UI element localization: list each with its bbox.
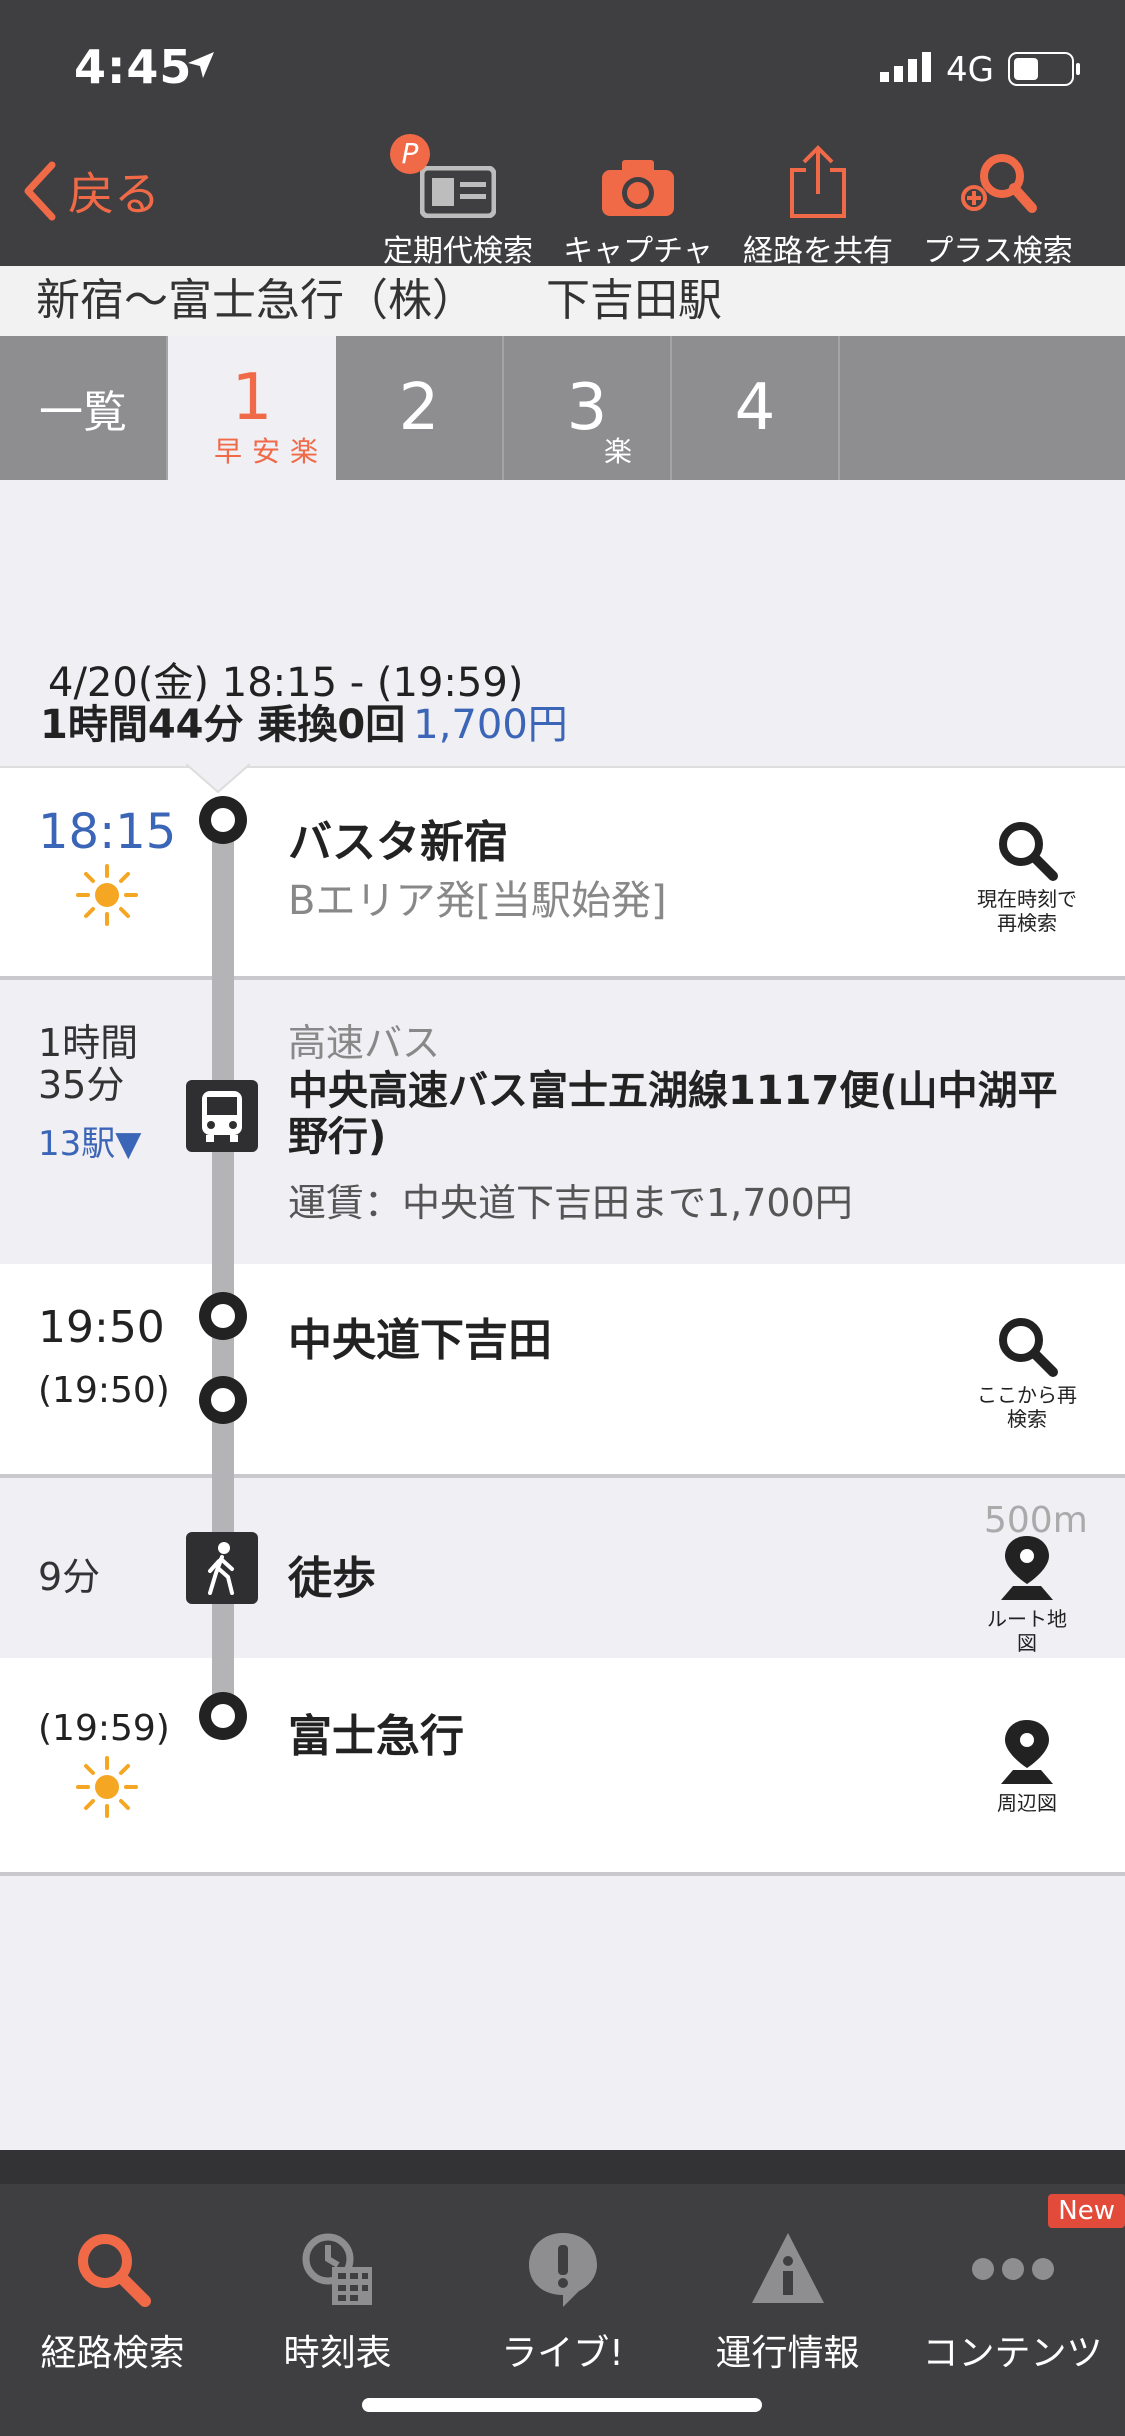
walk-mode-icon-box — [186, 1532, 258, 1604]
status-time: 4:45 — [74, 40, 193, 94]
tool-label: キャプチャ — [563, 234, 713, 269]
start-station[interactable]: バスタ新宿 — [288, 806, 508, 870]
end-station[interactable]: 富士急行 — [288, 1700, 464, 1764]
route-search-icon — [77, 2234, 151, 2307]
tab-badges: 早安楽 — [213, 435, 328, 468]
back-label: 戻る — [68, 167, 160, 221]
transfer-arrival-time: 19:50 — [38, 1302, 165, 1353]
tab-badges: 楽 — [603, 435, 646, 468]
new-badge: New — [1048, 2194, 1125, 2228]
station-node — [199, 1292, 247, 1340]
location-arrow-icon — [188, 52, 214, 78]
capture-button[interactable]: キャプチャ — [548, 148, 728, 270]
tool-label: プラス検索 — [923, 234, 1073, 269]
summary-stats: 1時間44分 乗換0回 1,700円 — [40, 692, 568, 750]
nav-contents[interactable]: New コンテンツ — [900, 2194, 1125, 2376]
action-label: ルート地図 — [987, 1607, 1067, 1655]
route-summary: 4/20(金) 18:15 - (19:59) 1時間44分 乗換0回 1,700… — [0, 480, 1125, 766]
area-map-button[interactable]: 周辺図 — [957, 1718, 1097, 1815]
start-time: 18:15 — [38, 804, 177, 860]
bus-mode-icon-box — [186, 1080, 258, 1152]
walk-duration: 9分 — [38, 1555, 101, 1599]
walk-mode: 徒歩 — [288, 1553, 376, 1604]
back-button[interactable]: 戻る — [22, 158, 160, 224]
nav-label: 運行情報 — [715, 2333, 860, 2374]
tab-list[interactable]: 一覧 — [0, 336, 168, 480]
nav-route-search[interactable]: 経路検索 — [0, 2224, 225, 2376]
summary-fare: 1,700円 — [413, 702, 568, 748]
research-from-here-button[interactable]: ここから再検索 — [957, 1314, 1097, 1431]
search-icon — [999, 1318, 1058, 1377]
network-type: 4G — [946, 50, 994, 90]
tab-route-2[interactable]: 2 — [336, 336, 504, 480]
points-badge: P — [390, 134, 430, 174]
tab-label: 4 — [734, 371, 776, 445]
search-icon — [999, 822, 1058, 881]
transfer-departure-time: (19:50) — [38, 1370, 170, 1411]
nav-label: 経路検索 — [40, 2333, 185, 2374]
tab-label: 一覧 — [39, 387, 127, 438]
start-note: Bエリア発[当駅始発] — [288, 878, 667, 924]
route-title-bar: 新宿～富士急行（株） 下吉田駅 — [0, 266, 1125, 336]
nav-label: ライブ! — [501, 2333, 624, 2374]
bus-duration-minutes: 35分 — [38, 1063, 125, 1107]
signal-icon — [880, 52, 931, 82]
nav-service-info[interactable]: 運行情報 — [675, 2224, 900, 2376]
nav-live[interactable]: ライブ! — [450, 2224, 675, 2376]
tab-label: 3 — [566, 371, 608, 445]
action-label: 現在時刻で再検索 — [977, 887, 1077, 935]
plus-search-button[interactable]: プラス検索 — [908, 148, 1088, 270]
share-route-button[interactable]: 経路を共有 — [728, 145, 908, 270]
action-label: ここから再検索 — [977, 1383, 1077, 1431]
research-now-button[interactable]: 現在時刻で再検索 — [957, 818, 1097, 935]
tab-label: 1 — [231, 361, 273, 435]
bus-fare: 運賃：中央道下吉田まで1,700円 — [288, 1181, 853, 1225]
more-icon — [971, 2258, 1054, 2280]
nav-label: コンテンツ — [922, 2333, 1103, 2374]
sun-icon — [76, 1756, 138, 1818]
route-map-button[interactable]: ルート地図 — [957, 1534, 1097, 1655]
transfer-station[interactable]: 中央道下吉田 — [288, 1304, 552, 1368]
station-node — [199, 1692, 247, 1740]
sun-icon — [76, 864, 138, 926]
bus-line-name[interactable]: 中央高速バス富士五湖線1117便(山中湖平野行) — [288, 1068, 1088, 1160]
service-info-icon — [751, 2233, 824, 2303]
summary-duration: 1時間44分 乗換0回 — [40, 702, 406, 748]
end-arrival-time: (19:59) — [38, 1708, 170, 1749]
bus-type: 高速バス — [288, 1021, 441, 1065]
walking-icon — [208, 1542, 234, 1595]
route-from: 新宿～富士急行（株） — [36, 275, 476, 326]
bottom-nav: 経路検索 時刻表 ライブ! 運行情報 New コンテンツ — [0, 2150, 1125, 2436]
station-node — [199, 1376, 247, 1424]
nav-timetable[interactable]: 時刻表 — [225, 2224, 450, 2376]
map-pin-icon — [1001, 1536, 1053, 1600]
nav-label: 時刻表 — [283, 2333, 392, 2374]
live-icon — [528, 2233, 597, 2307]
commuter-pass-search-button[interactable]: P 定期代検索 — [368, 134, 548, 270]
status-bar: 4:45 4G — [0, 0, 1125, 140]
tab-route-3[interactable]: 3 楽 — [504, 336, 672, 480]
share-icon — [790, 145, 846, 218]
route-tabs: 一覧 1 早安楽 2 3 楽 4 — [0, 336, 1125, 480]
timetable-icon — [302, 2233, 372, 2305]
commuter-pass-icon — [420, 166, 496, 218]
route-to: 下吉田駅 — [546, 275, 722, 326]
bus-icon — [202, 1091, 242, 1142]
home-indicator[interactable] — [362, 2398, 762, 2412]
plus-search-icon — [961, 154, 1037, 213]
camera-icon — [602, 160, 674, 216]
map-pin-icon — [1001, 1720, 1053, 1784]
action-label: 周辺図 — [997, 1791, 1057, 1815]
tab-route-4[interactable]: 4 — [672, 336, 840, 480]
battery-icon — [1008, 52, 1080, 86]
pointer-triangle — [186, 764, 250, 794]
tool-label: 経路を共有 — [743, 234, 893, 269]
tab-route-1[interactable]: 1 早安楽 — [168, 336, 336, 480]
chevron-left-icon — [24, 161, 56, 221]
tab-label: 2 — [398, 371, 440, 445]
station-node — [199, 796, 247, 844]
tool-label: 定期代検索 — [383, 234, 533, 269]
bus-stops-toggle[interactable]: 13駅▼ — [38, 1116, 141, 1165]
